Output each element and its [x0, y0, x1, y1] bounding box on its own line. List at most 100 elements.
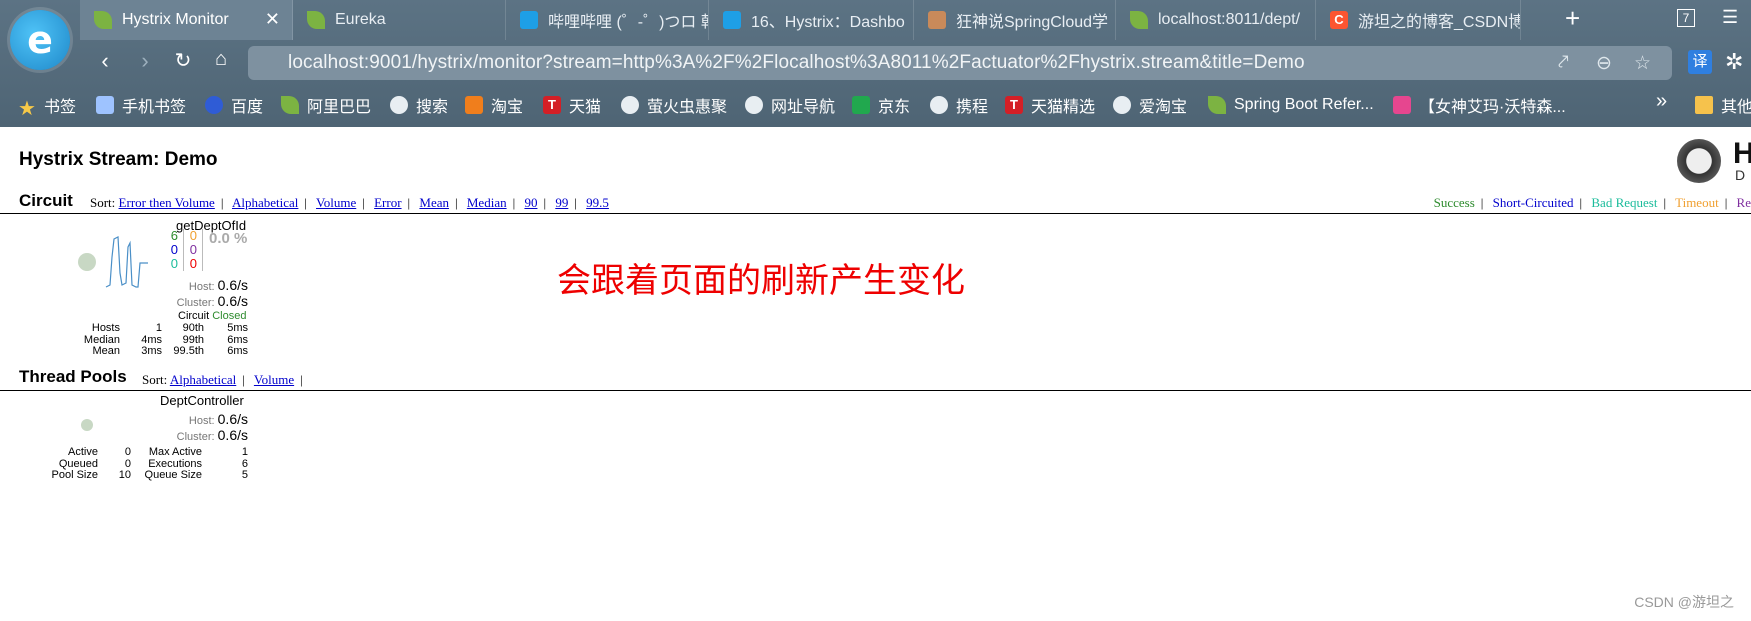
- home-button[interactable]: ⌂: [208, 48, 234, 71]
- legend-success: Success: [1433, 195, 1475, 210]
- error-percentage: 0.0 %: [209, 230, 248, 247]
- bookmark-taobao[interactable]: 淘宝: [465, 90, 523, 120]
- tab-hystrix-monitor[interactable]: Hystrix Monitor ✕: [80, 0, 293, 40]
- pool-stats-col1-values: 0 0 10: [118, 446, 131, 481]
- bookmark-nav[interactable]: 网址导航: [745, 90, 835, 120]
- tab-count-badge[interactable]: 7: [1677, 9, 1695, 27]
- tab-title: 16、Hystrix：Dashbo: [751, 14, 905, 31]
- tab-localhost-dept[interactable]: localhost:8011/dept/: [1116, 0, 1316, 40]
- bilibili-tv-icon: [520, 11, 538, 29]
- url-text[interactable]: localhost:9001/hystrix/monitor?stream=ht…: [288, 52, 1305, 74]
- zoom-icon[interactable]: ⊖: [1596, 52, 1612, 75]
- annotation-note: 会跟着页面的刷新产生变化: [557, 261, 965, 301]
- bookmark-tmall-select[interactable]: T 天猫精选: [1005, 90, 1095, 120]
- sort-99-5-link[interactable]: 99.5: [586, 195, 609, 210]
- circuit-status: Circuit Closed: [178, 310, 247, 322]
- window-menu-icon[interactable]: ☰: [1722, 7, 1738, 28]
- tab-title: 游坦之的博客_CSDN博: [1358, 14, 1521, 31]
- bookmark-mobile[interactable]: 手机书签: [96, 90, 186, 120]
- tab-csdn-blog[interactable]: C 游坦之的博客_CSDN博: [1316, 0, 1521, 40]
- bookmark-tmall[interactable]: T 天猫: [543, 90, 601, 120]
- more-bookmarks-icon[interactable]: »: [1656, 90, 1667, 113]
- sort-error-then-volume-link[interactable]: Error then Volume: [119, 195, 215, 210]
- pool-stats-col2-values: 165: [241, 446, 248, 481]
- sort-volume-link[interactable]: Volume: [316, 195, 356, 210]
- circuit-monitor-getdeptofid[interactable]: getDeptOfId 6 0 0 0 0 0 0.0 % Host: 0.6/…: [0, 215, 260, 357]
- sort-alphabetical-link[interactable]: Alphabetical: [232, 195, 298, 210]
- sort-mean-link[interactable]: Mean: [419, 195, 449, 210]
- sort-error-link[interactable]: Error: [374, 195, 401, 210]
- bookmark-spring-boot[interactable]: Spring Boot Refer...: [1208, 90, 1374, 120]
- logo-subtext: D: [1735, 167, 1746, 183]
- favorite-star-icon[interactable]: ☆: [1634, 52, 1651, 75]
- avatar-icon: [928, 11, 946, 29]
- tab-title: Hystrix Monitor: [122, 11, 229, 28]
- short-circuited-count: 0: [170, 242, 178, 257]
- bookmark-yinghuochong[interactable]: 萤火虫惠聚: [621, 90, 727, 120]
- thread-pool-sort-bar: Sort: Alphabetical | Volume |: [142, 372, 303, 387]
- bookmark-shuqian[interactable]: ★ 书签: [18, 90, 76, 120]
- tab-eureka[interactable]: Eureka: [293, 0, 506, 40]
- stats-col1-values: 1 4ms 3ms: [141, 322, 162, 357]
- browser-e-icon: [621, 96, 639, 114]
- pool-host-rate: 0.6/s: [217, 411, 248, 427]
- reload-button[interactable]: ↻: [170, 48, 196, 73]
- jd-icon: [852, 96, 870, 114]
- legend-timeout: Timeout: [1675, 195, 1719, 210]
- translate-extension-icon[interactable]: 译: [1688, 50, 1712, 74]
- sort-90-link[interactable]: 90: [524, 195, 537, 210]
- tab-strip: Hystrix Monitor ✕ Eureka 哔哩哔哩 (゜-゜)つロ 乾 …: [80, 0, 1751, 40]
- browser-chrome: e Hystrix Monitor ✕ Eureka 哔哩哔哩 (゜-゜)つロ …: [0, 0, 1751, 127]
- hystrix-porcupine-logo-icon: [1677, 139, 1721, 183]
- close-icon[interactable]: ✕: [265, 9, 280, 30]
- bookmark-other[interactable]: 其他: [1695, 90, 1751, 120]
- pool-sort-alphabetical-link[interactable]: Alphabetical: [170, 372, 236, 387]
- browser-e-icon: [745, 96, 763, 114]
- back-button[interactable]: ‹: [92, 48, 118, 74]
- bookmark-ctrip[interactable]: 携程: [930, 90, 988, 120]
- pool-stats-col1-labels: Active Queued Pool Size: [51, 446, 98, 481]
- browser-e-icon: [930, 96, 948, 114]
- timeout-count: 0: [189, 228, 197, 243]
- extensions-puzzle-icon[interactable]: ✲: [1725, 49, 1743, 75]
- circuit-section-title: Circuit: [19, 191, 73, 210]
- forward-button[interactable]: ›: [132, 48, 158, 74]
- sort-median-link[interactable]: Median: [467, 195, 507, 210]
- circuit-sort-bar: Sort: Error then Volume | Alphabetical | V…: [90, 195, 609, 210]
- thread-pool-name: DeptController: [160, 393, 244, 408]
- tab-kuangshen[interactable]: 狂神说SpringCloud学: [914, 0, 1116, 40]
- thread-pools-section-title: Thread Pools: [19, 367, 127, 386]
- bookmark-jd[interactable]: 京东: [852, 90, 910, 120]
- csdn-watermark: CSDN @游坦之: [1634, 594, 1734, 610]
- circuit-health-bubble: [78, 253, 96, 271]
- pool-cluster-rate-row: Cluster: 0.6/s: [176, 427, 248, 443]
- pool-stats-col2-labels: Max Active Executions Queue Size: [144, 446, 202, 481]
- csdn-icon: C: [1330, 11, 1348, 29]
- bookmark-baidu[interactable]: 百度: [205, 90, 263, 120]
- tab-hystrix-dashboard-video[interactable]: 16、Hystrix：Dashbo: [709, 0, 914, 40]
- bookmark-emma[interactable]: 【女神艾玛·沃特森...: [1393, 90, 1566, 120]
- bookmark-alibaba[interactable]: 阿里巴巴: [281, 90, 371, 120]
- browser-logo-icon[interactable]: e: [10, 10, 70, 70]
- star-icon: ★: [18, 98, 36, 120]
- tab-bilibili[interactable]: 哔哩哔哩 (゜-゜)つロ 乾: [506, 0, 709, 40]
- bookmark-aitaobao[interactable]: 爱淘宝: [1113, 90, 1187, 120]
- thread-pool-monitor-deptcontroller[interactable]: DeptController Host: 0.6/s Cluster: 0.6/…: [0, 391, 260, 511]
- bookmark-search[interactable]: 搜索: [390, 90, 448, 120]
- stats-col2-labels: 90th 99th 99.5th: [173, 322, 204, 357]
- thread-pool-health-bubble: [81, 419, 93, 431]
- pool-sort-volume-link[interactable]: Volume: [254, 372, 294, 387]
- new-tab-button[interactable]: +: [1565, 3, 1580, 34]
- address-bar[interactable]: localhost:9001/hystrix/monitor?stream=ht…: [248, 46, 1672, 80]
- share-icon[interactable]: ⤤: [1558, 52, 1569, 74]
- failure-count: 0: [189, 256, 197, 271]
- pool-host-rate-row: Host: 0.6/s: [188, 411, 248, 427]
- count-divider: [183, 229, 184, 271]
- spring-leaf-icon: [281, 96, 299, 114]
- sort-99-link[interactable]: 99: [555, 195, 568, 210]
- spring-leaf-icon: [307, 11, 325, 29]
- tmall-icon: T: [543, 96, 561, 114]
- host-rate: 0.6/s: [217, 277, 248, 293]
- tab-title: Eureka: [335, 11, 386, 28]
- logo-text: H: [1733, 137, 1751, 170]
